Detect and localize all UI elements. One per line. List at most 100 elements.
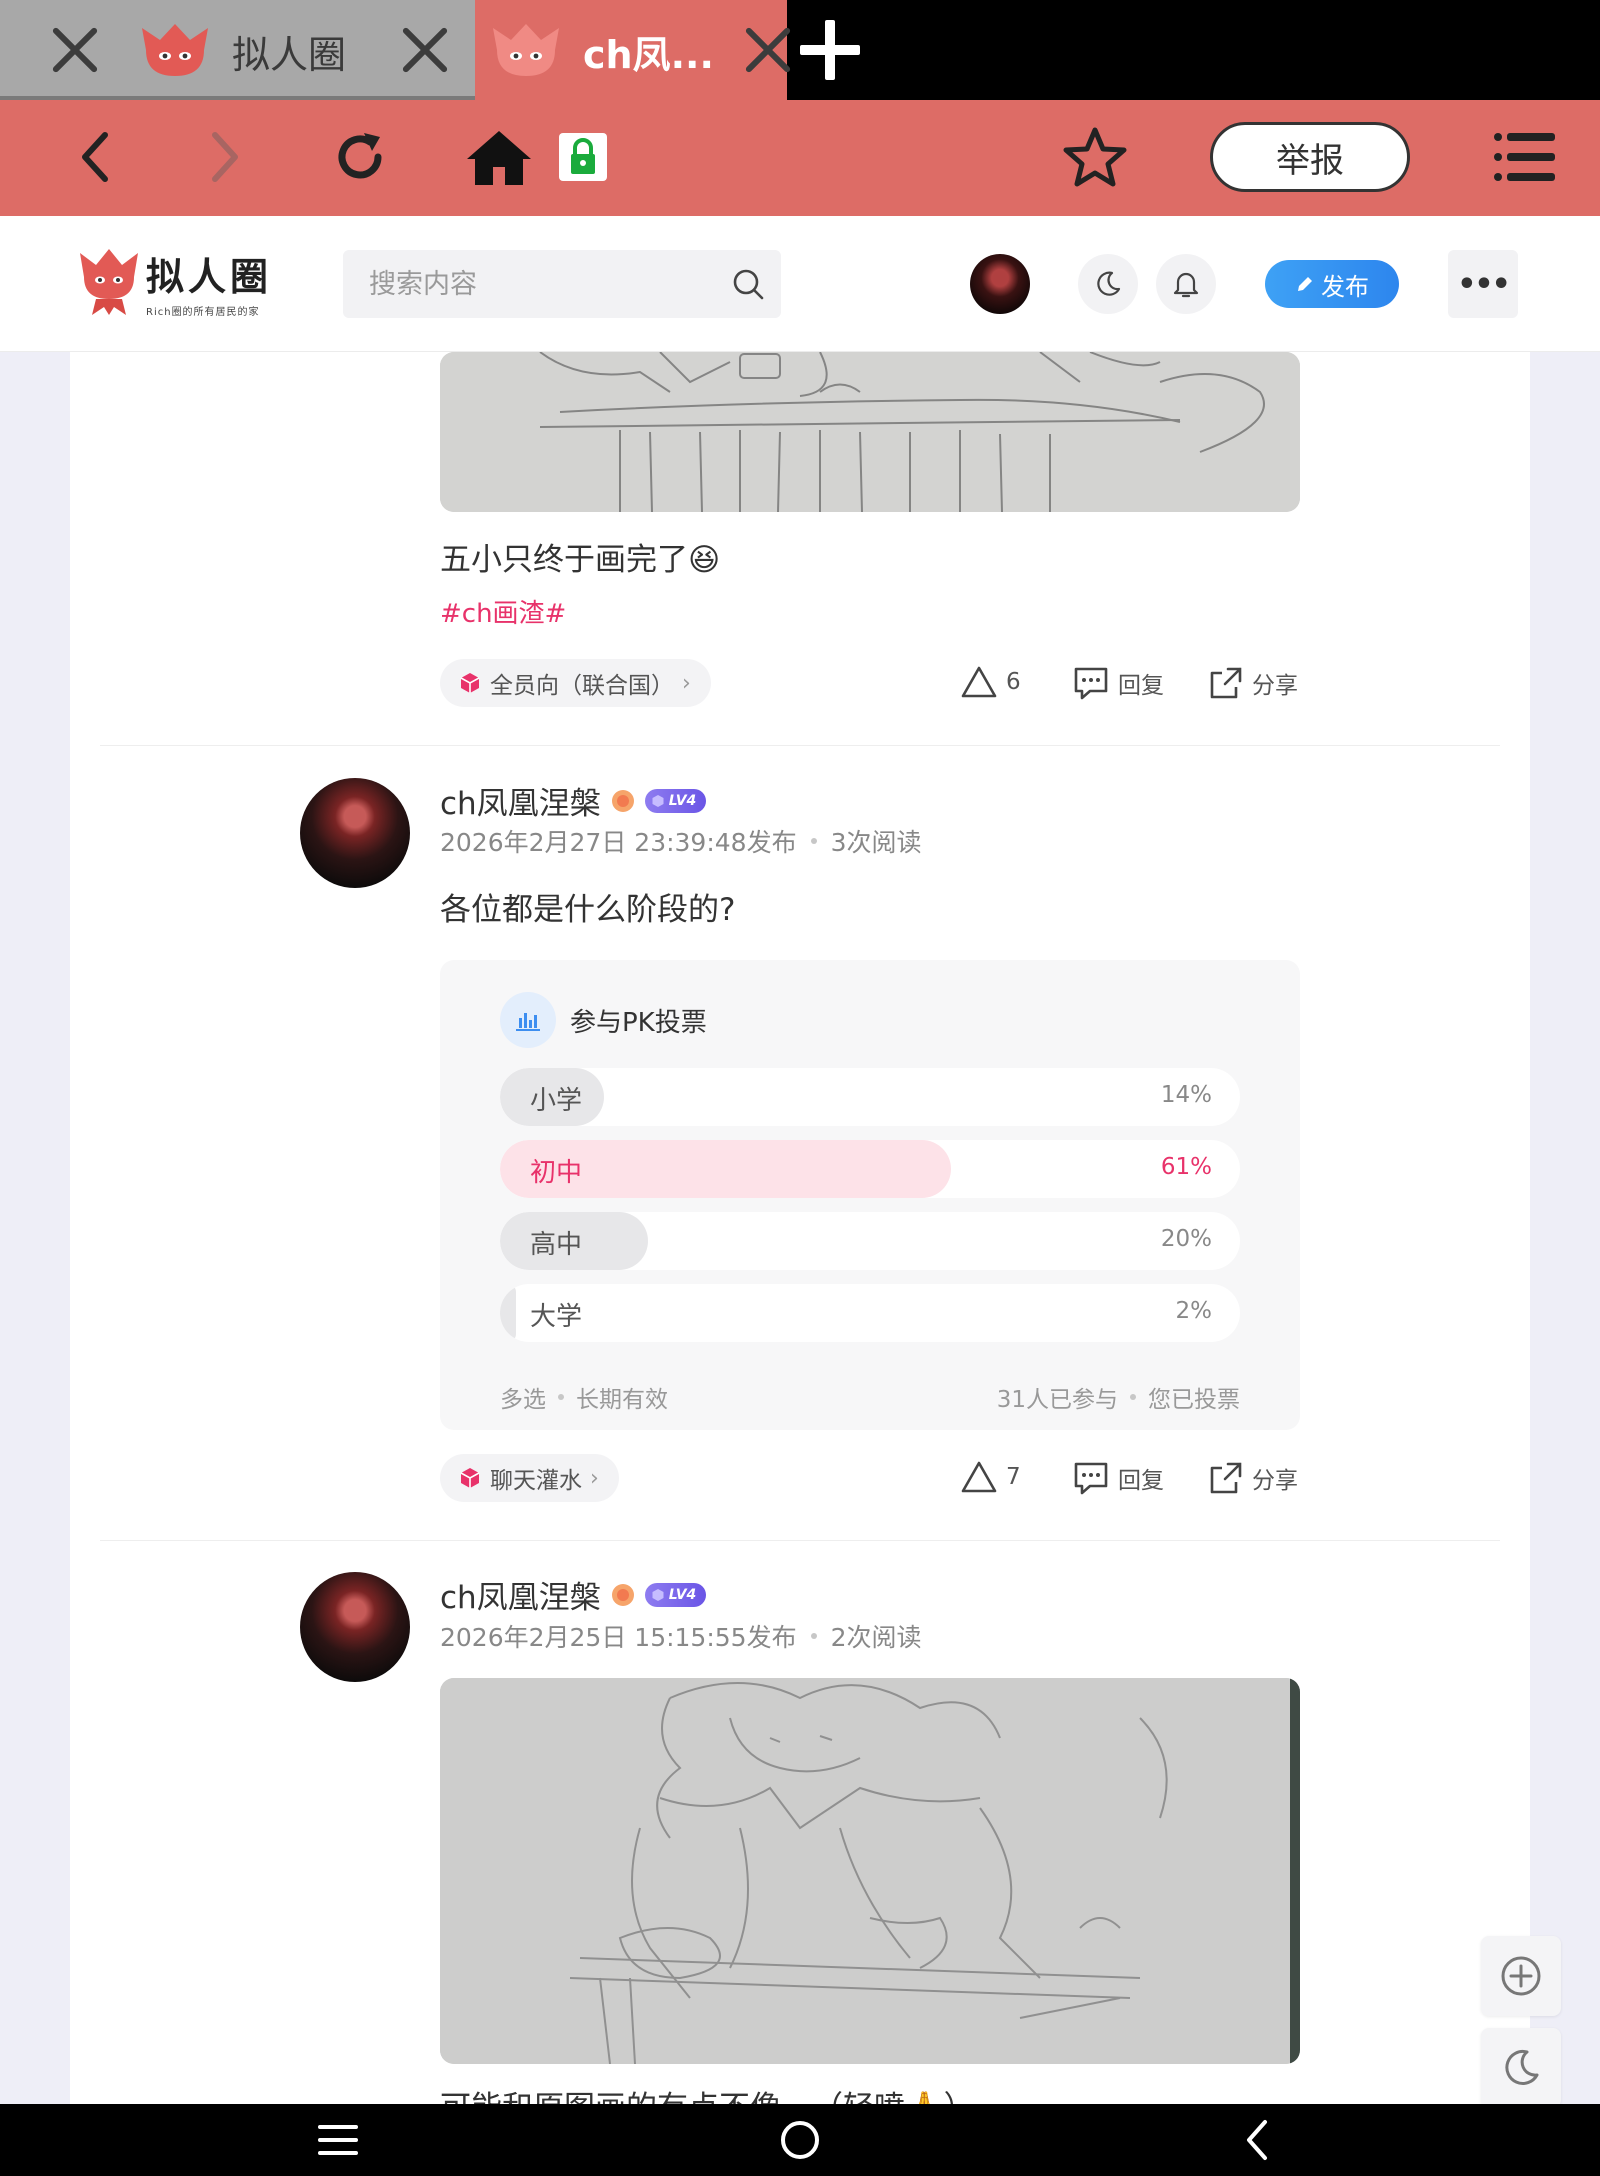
- vote-status: 您已投票: [1148, 1387, 1240, 1413]
- post-meta: 2026年2月27日 23:39:48发布 3次阅读: [440, 823, 921, 859]
- level-label: LV4: [668, 792, 697, 809]
- pencil-icon: [1298, 277, 1312, 291]
- dark-mode-toggle[interactable]: [1078, 254, 1138, 314]
- forward-button[interactable]: [190, 122, 260, 192]
- vote-option-percent: 61%: [1160, 1154, 1212, 1180]
- post-image[interactable]: [440, 1678, 1300, 2064]
- vote-mode: 多选: [500, 1387, 546, 1413]
- publish-button[interactable]: 发布: [1265, 260, 1399, 308]
- back-nav-button[interactable]: [1232, 2114, 1284, 2166]
- level-badge: LV4: [644, 1582, 707, 1607]
- reply-button[interactable]: 回复: [1072, 1460, 1164, 1496]
- chevron-left-icon: [1247, 2120, 1267, 2160]
- brand-tagline: Rich圈的所有居民的家: [146, 307, 260, 318]
- vote-option-percent: 20%: [1160, 1226, 1212, 1252]
- vote-option-percent: 14%: [1160, 1082, 1212, 1108]
- like-count: 6: [1006, 669, 1021, 695]
- author-avatar[interactable]: [300, 1572, 410, 1682]
- post-image[interactable]: [440, 352, 1300, 512]
- more-options-button[interactable]: •••: [1448, 250, 1518, 318]
- vote-option[interactable]: 大学 2%: [500, 1284, 1240, 1342]
- category-label: 聊天灌水: [490, 1468, 582, 1494]
- category-pill[interactable]: 全员向（联合国） ›: [440, 659, 711, 707]
- vote-option-label: 初中: [530, 1158, 583, 1188]
- vote-option[interactable]: 初中 61%: [500, 1140, 1240, 1198]
- browser-tab-1[interactable]: 拟人圈: [0, 0, 475, 100]
- night-mode-button[interactable]: [1481, 2028, 1561, 2108]
- publish-time: 2026年2月25日 15:15:55发布: [440, 1623, 797, 1652]
- vote-footer-right: 31人已参与 您已投票: [997, 1380, 1240, 1414]
- home-icon: [467, 131, 531, 185]
- chevron-right-icon: ›: [682, 670, 691, 696]
- notifications-button[interactable]: [1156, 254, 1216, 314]
- moon-icon: [1097, 271, 1121, 296]
- search-input[interactable]: [343, 250, 703, 318]
- bell-icon: [1173, 272, 1199, 298]
- menu-button[interactable]: [1490, 122, 1560, 192]
- pencil-sketch-image: [440, 352, 1300, 512]
- browser-tab-2-active[interactable]: ch凤...: [475, 0, 787, 100]
- author-name[interactable]: ch凤凰涅槃: [440, 1572, 601, 1617]
- report-button[interactable]: 举报: [1210, 122, 1410, 192]
- share-button[interactable]: 分享: [1208, 665, 1298, 701]
- vote-validity: 长期有效: [576, 1387, 668, 1413]
- post-feed: 五小只终于画完了😆 #ch画渣# 全员向（联合国） › 6 回复 分享 ch凤凰…: [70, 352, 1530, 2104]
- comment-icon: [1074, 667, 1108, 700]
- close-icon[interactable]: [48, 24, 100, 76]
- close-icon[interactable]: [741, 24, 793, 76]
- home-button[interactable]: [464, 122, 534, 192]
- comment-icon: [1074, 1462, 1108, 1495]
- author-avatar[interactable]: [300, 778, 410, 888]
- author-name[interactable]: ch凤凰涅槃: [440, 778, 601, 823]
- share-label: 分享: [1252, 1468, 1298, 1494]
- home-nav-button[interactable]: [774, 2114, 826, 2166]
- bookmark-button[interactable]: [1060, 122, 1130, 192]
- reply-button[interactable]: 回复: [1072, 665, 1164, 701]
- close-icon[interactable]: [398, 24, 450, 76]
- category-pill[interactable]: 聊天灌水 ›: [440, 1454, 619, 1502]
- level-badge: LV4: [644, 788, 707, 813]
- brand-name: 拟人圈: [146, 254, 273, 299]
- secure-lock-indicator[interactable]: [548, 122, 618, 192]
- tab-title: 拟人圈: [232, 33, 347, 77]
- medal-icon: [611, 789, 634, 812]
- pencil-sketch-image: [440, 1678, 1300, 2064]
- chevron-left-icon: [82, 132, 108, 182]
- vote-panel: 参与PK投票 小学 14% 初中 61% 高中 20% 大学 2% 多选 长期有…: [440, 960, 1300, 1430]
- zoom-in-button[interactable]: [1481, 1936, 1561, 2016]
- vote-option-bar: [500, 1284, 516, 1342]
- cube-icon: [460, 1468, 480, 1488]
- hamburger-menu-icon: [1494, 133, 1555, 181]
- back-button[interactable]: [60, 122, 130, 192]
- like-button[interactable]: 6: [960, 665, 1021, 699]
- reload-button[interactable]: [325, 122, 395, 192]
- share-button[interactable]: 分享: [1208, 1460, 1298, 1496]
- user-avatar[interactable]: [970, 254, 1030, 314]
- tab-title: ch凤...: [583, 33, 714, 77]
- moon-icon: [1505, 2049, 1539, 2085]
- share-icon: [1210, 667, 1242, 699]
- search-icon[interactable]: [731, 267, 765, 301]
- new-tab-button[interactable]: [790, 10, 870, 90]
- vote-option[interactable]: 小学 14%: [500, 1068, 1240, 1126]
- site-mascot-icon: [142, 24, 208, 76]
- level-label: LV4: [668, 1586, 697, 1603]
- site-logo[interactable]: 拟人圈 Rich圈的所有居民的家: [78, 246, 272, 318]
- share-icon: [1210, 1462, 1242, 1494]
- reply-label: 回复: [1118, 673, 1164, 699]
- recent-apps-button[interactable]: [312, 2114, 364, 2166]
- post-hashtag[interactable]: #ch画渣#: [440, 593, 566, 630]
- view-count: 2次阅读: [830, 1623, 922, 1652]
- bar-chart-icon: [500, 992, 556, 1048]
- reply-label: 回复: [1118, 1468, 1164, 1494]
- site-mascot-icon: [80, 249, 138, 315]
- vote-footer-left: 多选 长期有效: [500, 1380, 668, 1414]
- vote-option[interactable]: 高中 20%: [500, 1212, 1240, 1270]
- vote-option-label: 高中: [530, 1230, 583, 1260]
- vote-title: 参与PK投票: [570, 1007, 707, 1038]
- like-button[interactable]: 7: [960, 1460, 1021, 1494]
- post-text: 可能和原图画的有点不像…（轻喷🙏）: [440, 2082, 975, 2104]
- triangle-upvote-icon: [961, 666, 997, 698]
- cube-icon: [460, 673, 480, 693]
- hexagon-icon: [652, 794, 664, 807]
